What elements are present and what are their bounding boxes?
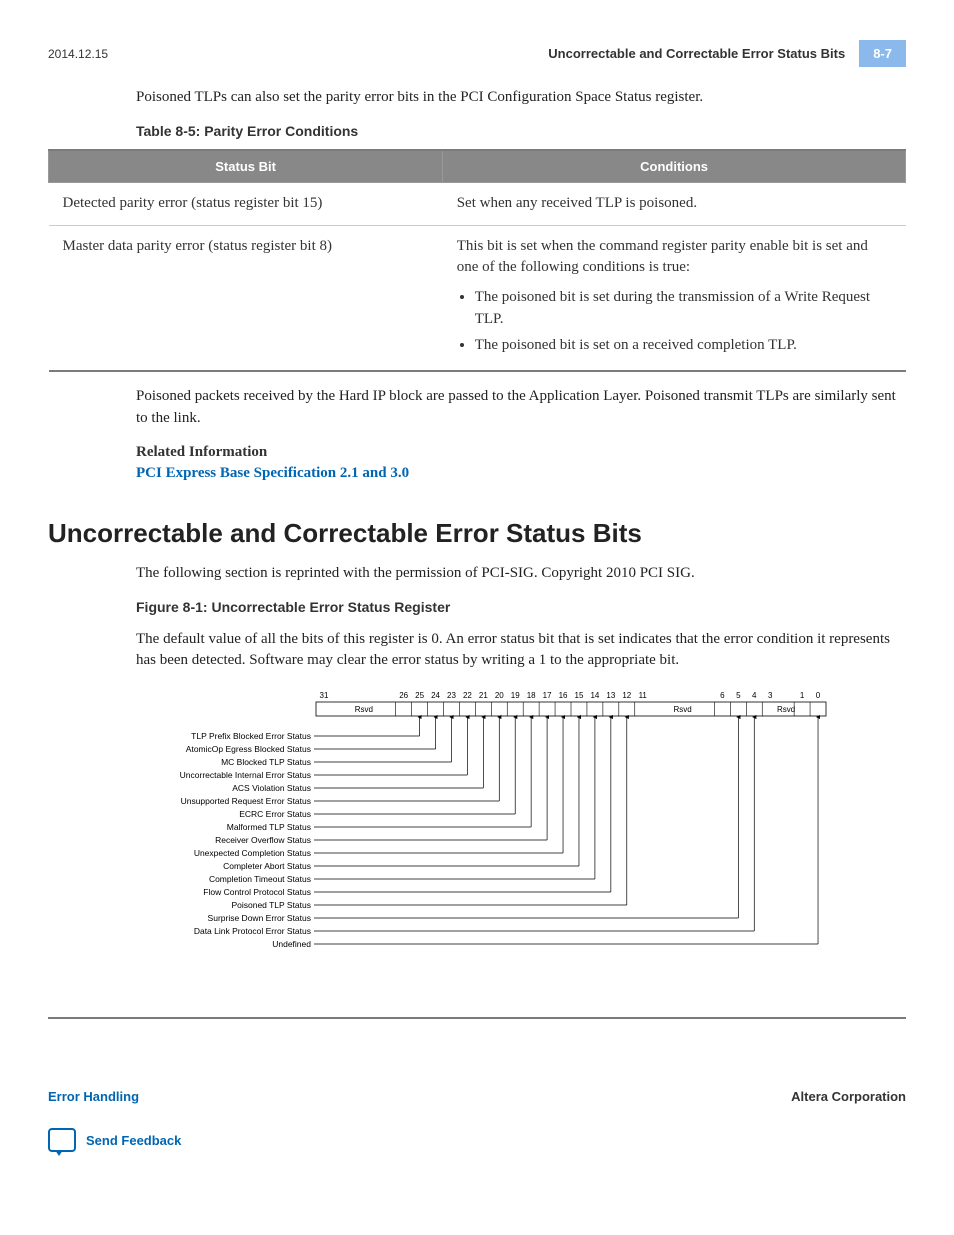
svg-text:17: 17 xyxy=(543,691,552,700)
table-row: Master data parity error (status registe… xyxy=(49,225,906,371)
paragraph: The following section is reprinted with … xyxy=(48,563,906,585)
header-section-title: Uncorrectable and Correctable Error Stat… xyxy=(534,40,859,67)
related-info-heading: Related Information xyxy=(136,444,906,461)
svg-text:Unsupported Request Error Stat: Unsupported Request Error Status xyxy=(181,796,311,806)
svg-text:11: 11 xyxy=(639,691,648,700)
page-footer: Error Handling Altera Corporation xyxy=(48,1089,906,1104)
svg-text:15: 15 xyxy=(575,691,584,700)
svg-text:Receiver Overflow Status: Receiver Overflow Status xyxy=(215,835,311,845)
svg-text:19: 19 xyxy=(511,691,520,700)
svg-text:14: 14 xyxy=(590,691,599,700)
svg-text:Surprise Down Error Status: Surprise Down Error Status xyxy=(208,913,311,923)
svg-text:ECRC Error Status: ECRC Error Status xyxy=(239,809,311,819)
svg-text:13: 13 xyxy=(606,691,615,700)
svg-text:20: 20 xyxy=(495,691,504,700)
svg-text:5: 5 xyxy=(736,691,741,700)
svg-text:TLP Prefix Blocked Error Statu: TLP Prefix Blocked Error Status xyxy=(191,731,311,741)
parity-error-table: Status Bit Conditions Detected parity er… xyxy=(48,149,906,373)
svg-text:3: 3 xyxy=(768,691,773,700)
paragraph: Poisoned TLPs can also set the parity er… xyxy=(48,87,906,109)
paragraph: Poisoned packets received by the Hard IP… xyxy=(48,386,906,430)
footer-chapter-link[interactable]: Error Handling xyxy=(48,1089,139,1104)
svg-text:MC Blocked TLP Status: MC Blocked TLP Status xyxy=(221,757,311,767)
svg-text:24: 24 xyxy=(431,691,440,700)
header-page-number: 8-7 xyxy=(859,40,906,67)
feedback-label: Send Feedback xyxy=(86,1133,181,1148)
svg-text:Rsvd: Rsvd xyxy=(777,705,795,714)
related-info-link[interactable]: PCI Express Base Specification 2.1 and 3… xyxy=(136,465,906,482)
svg-text:Data Link Protocol Error Statu: Data Link Protocol Error Status xyxy=(194,926,311,936)
svg-text:21: 21 xyxy=(479,691,488,700)
svg-text:Uncorrectable Internal Error S: Uncorrectable Internal Error Status xyxy=(180,770,311,780)
header-date: 2014.12.15 xyxy=(48,47,108,61)
svg-text:Flow Control Protocol Status: Flow Control Protocol Status xyxy=(203,887,311,897)
figure-register-diagram: 3126252423222120191817161514131211654310… xyxy=(48,686,906,1019)
svg-text:18: 18 xyxy=(527,691,536,700)
table-row: Detected parity error (status register b… xyxy=(49,182,906,225)
svg-text:AtomicOp Egress Blocked Status: AtomicOp Egress Blocked Status xyxy=(186,744,311,754)
svg-text:23: 23 xyxy=(447,691,456,700)
svg-text:Undefined: Undefined xyxy=(272,939,311,949)
table-cell: This bit is set when the command registe… xyxy=(443,225,906,371)
svg-text:Malformed TLP Status: Malformed TLP Status xyxy=(227,822,311,832)
table-caption: Table 8-5: Parity Error Conditions xyxy=(136,123,906,139)
cell-intro: This bit is set when the command registe… xyxy=(457,238,868,276)
paragraph: The default value of all the bits of thi… xyxy=(48,629,906,673)
feedback-icon xyxy=(48,1128,76,1152)
svg-text:1: 1 xyxy=(800,691,805,700)
send-feedback-link[interactable]: Send Feedback xyxy=(48,1128,906,1152)
svg-text:Unexpected Completion Status: Unexpected Completion Status xyxy=(194,848,311,858)
svg-text:4: 4 xyxy=(752,691,757,700)
table-cell: Detected parity error (status register b… xyxy=(49,182,443,225)
svg-text:16: 16 xyxy=(559,691,568,700)
table-cell: Set when any received TLP is poisoned. xyxy=(443,182,906,225)
figure-caption: Figure 8-1: Uncorrectable Error Status R… xyxy=(136,599,906,615)
svg-text:Completion Timeout Status: Completion Timeout Status xyxy=(209,874,311,884)
svg-text:0: 0 xyxy=(816,691,821,700)
svg-text:22: 22 xyxy=(463,691,472,700)
table-cell: Master data parity error (status registe… xyxy=(49,225,443,371)
svg-text:12: 12 xyxy=(622,691,631,700)
list-item: The poisoned bit is set on a received co… xyxy=(475,335,892,357)
svg-text:Completer Abort Status: Completer Abort Status xyxy=(223,861,311,871)
section-heading: Uncorrectable and Correctable Error Stat… xyxy=(48,518,906,549)
table-header-statusbit: Status Bit xyxy=(49,150,443,183)
svg-text:ACS Violation Status: ACS Violation Status xyxy=(232,783,311,793)
svg-text:6: 6 xyxy=(720,691,725,700)
svg-text:25: 25 xyxy=(415,691,424,700)
list-item: The poisoned bit is set during the trans… xyxy=(475,287,892,331)
svg-text:Rsvd: Rsvd xyxy=(673,705,691,714)
svg-text:Rsvd: Rsvd xyxy=(355,705,373,714)
table-header-conditions: Conditions xyxy=(443,150,906,183)
footer-company: Altera Corporation xyxy=(791,1089,906,1104)
header-right: Uncorrectable and Correctable Error Stat… xyxy=(534,40,906,67)
svg-text:26: 26 xyxy=(399,691,408,700)
page-header: 2014.12.15 Uncorrectable and Correctable… xyxy=(48,40,906,67)
svg-text:Poisoned TLP Status: Poisoned TLP Status xyxy=(231,900,311,910)
svg-text:31: 31 xyxy=(320,691,329,700)
